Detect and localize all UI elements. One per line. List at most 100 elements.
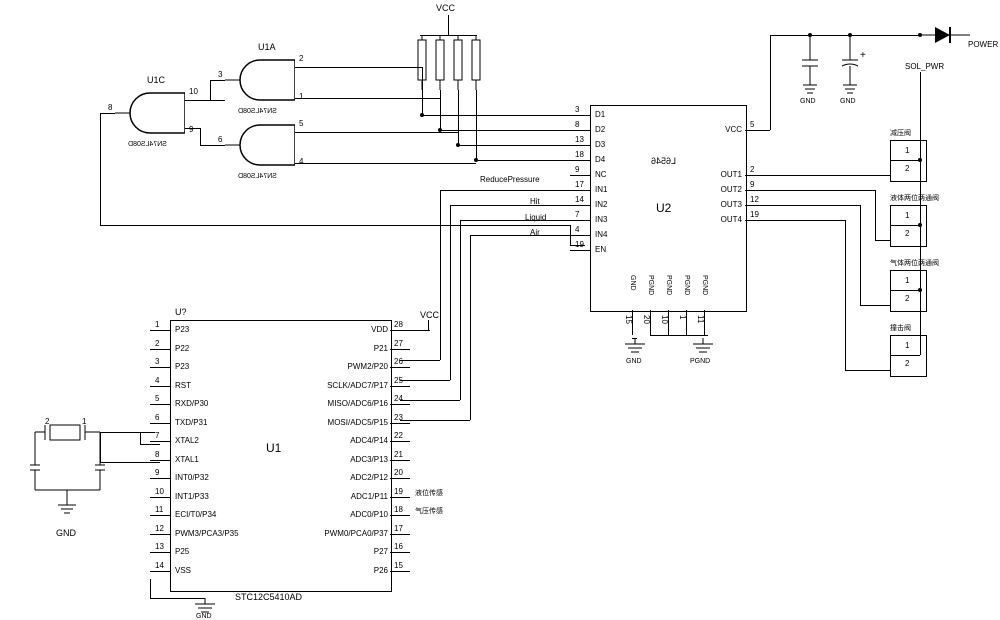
u1-pin-num-right: 24 — [394, 394, 403, 403]
xtal-p1: 1 — [82, 417, 86, 426]
u1-pin-num-right: 18 — [394, 505, 403, 514]
pgnd-u2-label: PGND — [690, 358, 710, 365]
u1-pin-num-right: 20 — [394, 468, 403, 477]
u2-pin-name-bottom: PGND — [683, 275, 690, 295]
power-diode — [920, 25, 970, 45]
chip-u1-ref: U1 — [266, 441, 281, 455]
u1-pin-name-right: MOSI/ADC5/P15 — [328, 418, 388, 427]
u2-pin-num-right: 9 — [750, 180, 754, 189]
u1-pin-num-left: 8 — [155, 450, 159, 459]
gate-u1c-p3: 8 — [108, 103, 112, 112]
u2-pin-num-right: 12 — [750, 195, 759, 204]
u1-pin-name-right: P27 — [374, 547, 388, 556]
adc-note-2: 气压传感 — [415, 506, 443, 516]
u1-pin-num-left: 13 — [155, 542, 164, 551]
chip-u2-ref: U2 — [656, 201, 671, 215]
u2-pin-num-left: 18 — [575, 150, 584, 159]
u1-pin-num-left: 7 — [155, 431, 159, 440]
gate-u1a-p1: 2 — [299, 54, 303, 63]
u2-pin-num-left: 7 — [575, 210, 579, 219]
u1-pin-name-left: P23 — [175, 362, 189, 371]
u2-pin-name-bottom: PGND — [701, 275, 708, 295]
connector-label: 气体两位两通阀 — [890, 258, 939, 268]
gate-u1c-p2: 9 — [189, 125, 193, 134]
gate-u1c-p1: 10 — [189, 87, 198, 96]
gate-u1b — [225, 120, 295, 170]
u2-pin-num-left: 4 — [575, 225, 579, 234]
u1-pin-name-left: RST — [175, 381, 191, 390]
conn-pin-2: 2 — [905, 294, 909, 303]
u2-pin-num-right: 19 — [750, 210, 759, 219]
u1-pin-name-right: PWM2/P20 — [348, 362, 388, 371]
u2-pin-name-right: OUT3 — [721, 200, 742, 209]
signal-reduce: ReducePressure — [480, 175, 540, 184]
conn-pin-2: 2 — [905, 229, 909, 238]
u1-pin-name-left: ECI/T0/P34 — [175, 510, 216, 519]
u1-pin-num-right: 22 — [394, 431, 403, 440]
xtal-p2: 2 — [45, 417, 49, 426]
u1-pin-name-right: MISO/ADC6/P16 — [328, 399, 388, 408]
u1-pin-name-right: ADC0/P10 — [350, 510, 388, 519]
u2-pin-num-left: 9 — [575, 165, 579, 174]
schematic-canvas: U1 U? STC12C5410AD 1P232P223P234RST5RXD/… — [0, 0, 1000, 614]
u2-pin-num-left: 17 — [575, 180, 584, 189]
gnd-xtal: GND — [56, 528, 76, 538]
sol-pwr-label: SOL_PWR — [905, 62, 944, 71]
power-label: POWER — [968, 40, 998, 49]
u2-pin-name-right: OUT2 — [721, 185, 742, 194]
u2-pin-name-left: D1 — [595, 110, 605, 119]
u1-pin-num-left: 4 — [155, 376, 159, 385]
u2-pin-name-left: IN2 — [595, 200, 607, 209]
u1-pin-name-right: ADC4/P14 — [350, 436, 388, 445]
u1-pin-num-left: 2 — [155, 339, 159, 348]
power-caps: + — [795, 30, 875, 105]
u1-pin-num-left: 10 — [155, 487, 164, 496]
u2-pin-name-left: IN3 — [595, 215, 607, 224]
u1-pin-num-left: 3 — [155, 357, 159, 366]
u1-pin-name-left: INT0/P32 — [175, 473, 209, 482]
conn-pin-1: 1 — [905, 211, 909, 220]
gate-u1c — [115, 88, 185, 138]
u1-pin-name-right: P26 — [374, 566, 388, 575]
gate-u1b-p3: 6 — [218, 135, 222, 144]
connector-label: 减压阀 — [890, 128, 911, 138]
chip-u2-part: L6546 — [651, 156, 676, 166]
u1-pin-num-right: 28 — [394, 320, 403, 329]
u2-pin-num-left: 13 — [575, 135, 584, 144]
u1-pin-name-right: ADC2/P12 — [350, 473, 388, 482]
u1-pin-num-left: 11 — [155, 505, 163, 514]
u2-pin-name-bottom: PGND — [647, 275, 654, 295]
u1-pin-num-left: 12 — [155, 524, 164, 533]
u2-pin-num-left: 14 — [575, 195, 584, 204]
conn-pin-2: 2 — [905, 164, 909, 173]
gate-u1a-p3: 3 — [218, 70, 222, 79]
conn-pin-1: 1 — [905, 276, 909, 285]
gnd-cap2: GND — [840, 98, 856, 105]
u2-pin-name-left: NC — [595, 170, 607, 179]
gate-u1c-part: SN74LS08D — [128, 141, 167, 148]
vcc-u1: VCC — [420, 310, 439, 320]
adc-note-1: 液位传感 — [415, 488, 443, 498]
u2-pin-name-right: OUT1 — [721, 170, 742, 179]
gnd-u2 — [620, 338, 650, 356]
conn-pin-2: 2 — [905, 359, 909, 368]
u2-pin-name-left: IN1 — [595, 185, 607, 194]
u1-pin-name-right: SCLK/ADC7/P17 — [327, 381, 388, 390]
u2-pin-num-left: 3 — [575, 105, 579, 114]
pgnd-u2 — [688, 338, 718, 356]
u1-pin-name-left: RXD/P30 — [175, 399, 208, 408]
u2-pin-num-right: 5 — [750, 120, 754, 129]
u1-pin-name-left: PWM3/PCA3/P35 — [175, 529, 239, 538]
gnd-u2-label: GND — [626, 358, 642, 365]
gate-u1a-ref: U1A — [258, 42, 276, 52]
u1-pin-name-left: XTAL1 — [175, 455, 199, 464]
connector-label: 液体两位两通阀 — [890, 193, 939, 203]
u2-pin-name-right: VCC — [725, 125, 742, 134]
gate-u1a — [225, 55, 295, 105]
u1-pin-num-left: 5 — [155, 394, 159, 403]
gate-u1b-part: SN74LS08D — [238, 173, 277, 180]
gate-u1a-p2: 1 — [299, 92, 303, 101]
gnd-u1-label: GND — [196, 613, 212, 620]
u2-pin-name-left: D2 — [595, 125, 605, 134]
conn-pin-1: 1 — [905, 341, 909, 350]
